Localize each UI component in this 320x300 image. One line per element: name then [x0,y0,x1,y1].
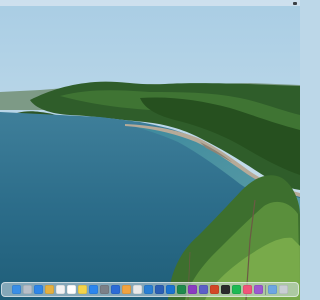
photos-icon[interactable] [45,285,54,294]
word-icon[interactable] [155,285,164,294]
control-center-icon[interactable] [293,1,297,5]
app-store-icon[interactable] [89,285,98,294]
calendar-icon[interactable] [56,285,65,294]
terminal-icon[interactable] [221,285,230,294]
dock-divider [265,284,266,295]
excel-icon[interactable] [177,285,186,294]
menu-bar [0,0,300,6]
vscode-icon[interactable] [144,285,153,294]
launchpad-icon[interactable] [23,285,32,294]
reminders-icon[interactable] [67,285,76,294]
teams-icon[interactable] [199,285,208,294]
podcasts-icon[interactable] [122,285,131,294]
itunes-icon[interactable] [243,285,252,294]
notes-icon[interactable] [78,285,87,294]
trash-icon[interactable] [279,285,288,294]
wallpaper [0,0,300,300]
safari-icon[interactable] [34,285,43,294]
dock [1,282,299,297]
podcast-icon[interactable] [254,285,263,294]
music-icon[interactable] [111,285,120,294]
system-settings-icon[interactable] [100,285,109,294]
spotify-icon[interactable] [232,285,241,294]
desktop [0,0,300,300]
outlook-icon[interactable] [166,285,175,294]
finder-icon[interactable] [12,285,21,294]
menu-bar-status-area [293,0,297,6]
onenote-icon[interactable] [188,285,197,294]
powerpoint-icon[interactable] [210,285,219,294]
downloads-icon[interactable] [268,285,277,294]
slack-icon[interactable] [133,285,142,294]
